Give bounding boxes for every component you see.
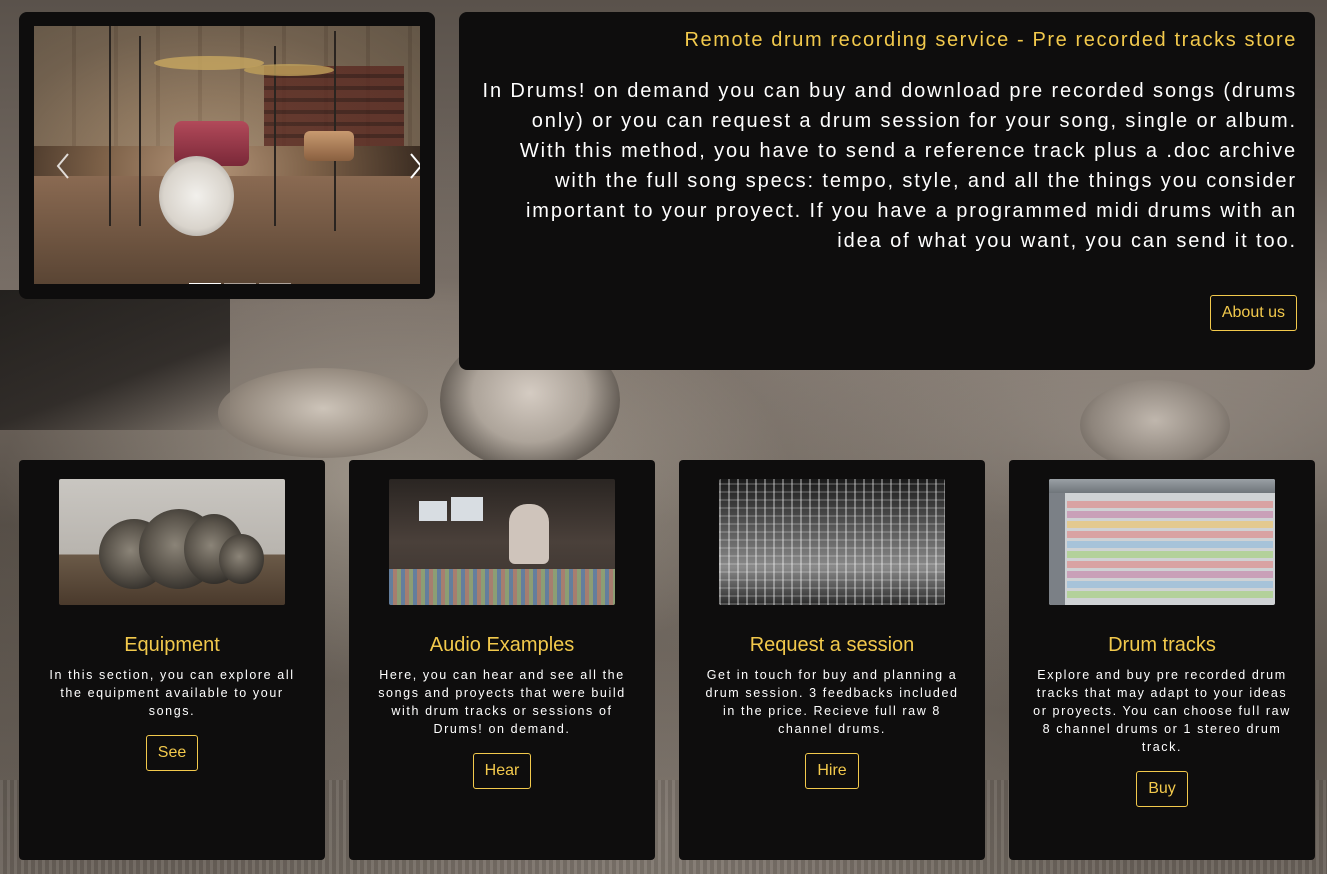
hear-button[interactable]: Hear <box>472 753 532 789</box>
image-console <box>389 569 615 605</box>
card-title: Drum tracks <box>1108 634 1216 656</box>
card-equipment: Equipment In this section, you can explo… <box>19 460 325 860</box>
card-audio-examples: Audio Examples Here, you can hear and se… <box>349 460 655 860</box>
image-daw-toolbar <box>1049 479 1275 493</box>
carousel-next-button[interactable] <box>409 152 420 180</box>
image-track-row <box>1067 571 1273 578</box>
intro-description: In Drums! on demand you can buy and down… <box>482 80 1297 252</box>
carousel-indicator-2[interactable] <box>224 283 256 284</box>
drum-tracks-image <box>1049 479 1275 605</box>
card-title: Request a session <box>749 634 915 656</box>
carousel-indicator-1[interactable] <box>189 283 221 284</box>
card-request-session: Request a session Get in touch for buy a… <box>679 460 985 860</box>
card-button-wrap: See <box>19 735 325 771</box>
intro-panel: Remote drum recording service - Pre reco… <box>459 12 1315 370</box>
card-button-wrap: Hear <box>349 753 655 789</box>
image-track-row <box>1067 531 1273 538</box>
about-us-button[interactable]: About us <box>1209 295 1297 331</box>
image-monitor <box>419 501 447 521</box>
image-track-row <box>1067 501 1273 508</box>
image-track-row <box>1067 541 1273 548</box>
chevron-left-icon <box>56 153 69 179</box>
slide-cymbal <box>244 64 334 76</box>
hire-button[interactable]: Hire <box>805 753 859 789</box>
intro-title: Remote drum recording service - Pre reco… <box>684 29 1297 51</box>
image-carousel <box>19 12 435 299</box>
chevron-right-icon <box>410 153 420 179</box>
image-track-row <box>1067 511 1273 518</box>
slide-kick-drum <box>159 156 234 236</box>
image-drummer <box>509 504 549 564</box>
slide-mic-stand <box>139 36 141 226</box>
card-button-wrap: Hire <box>679 753 985 789</box>
card-description: Get in touch for buy and planning a drum… <box>705 668 959 736</box>
card-description: In this section, you can explore all the… <box>49 668 295 718</box>
audio-examples-image <box>389 479 615 605</box>
slide-mic-stand <box>109 26 111 226</box>
carousel-indicators <box>189 283 291 284</box>
image-track-row <box>1067 521 1273 528</box>
card-button-wrap: Buy <box>1009 771 1315 807</box>
background-drum-right <box>1080 380 1230 470</box>
image-monitor <box>451 497 483 521</box>
card-title: Equipment <box>124 634 220 656</box>
background-rug <box>0 290 230 430</box>
carousel-slide-studio-drums <box>34 26 420 284</box>
see-button[interactable]: See <box>145 735 199 771</box>
image-daw-sidebar <box>1049 493 1065 605</box>
image-cymbal <box>219 534 264 584</box>
card-description: Here, you can hear and see all the songs… <box>378 668 626 736</box>
carousel-prev-button[interactable] <box>56 152 70 180</box>
card-drum-tracks: Drum tracks Explore and buy pre recorded… <box>1009 460 1315 860</box>
image-track-row <box>1067 581 1273 588</box>
buy-button[interactable]: Buy <box>1136 771 1188 807</box>
card-description: Explore and buy pre recorded drum tracks… <box>1033 668 1291 754</box>
mixing-console-image <box>719 479 945 605</box>
card-title: Audio Examples <box>429 634 575 656</box>
image-track-row <box>1067 591 1273 598</box>
image-track-row <box>1067 551 1273 558</box>
slide-snare-drum <box>304 131 354 161</box>
image-track-row <box>1067 561 1273 568</box>
equipment-image <box>59 479 285 605</box>
carousel-indicator-3[interactable] <box>259 283 291 284</box>
background-cymbal <box>218 368 428 458</box>
